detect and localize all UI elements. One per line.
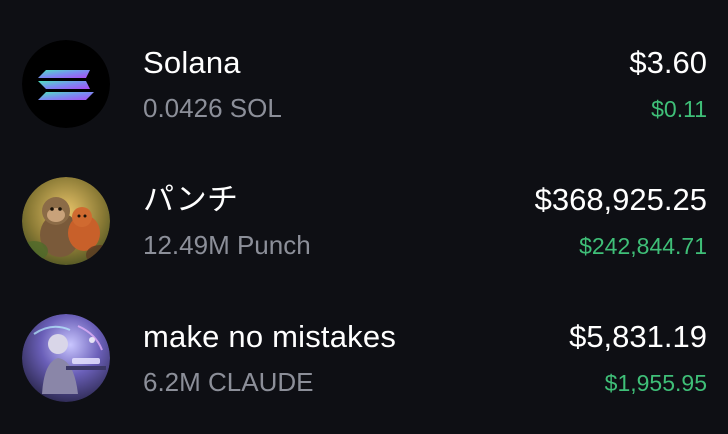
token-name: パンチ — [143, 182, 239, 217]
token-row-solana[interactable]: Solana 0.0426 SOL $3.60 $0.11 — [0, 23, 728, 143]
token-value: $368,925.25 — [534, 182, 707, 217]
token-row-claude[interactable]: make no mistakes 6.2M CLAUDE $5,831.19 $… — [0, 297, 728, 417]
token-change: $1,955.95 — [604, 370, 707, 396]
token-change: $242,844.71 — [579, 233, 707, 259]
token-amount: 0.0426 SOL — [143, 93, 282, 123]
monkey-token-avatar — [22, 177, 110, 265]
token-name: Solana — [143, 45, 241, 80]
token-row-punch[interactable]: パンチ 12.49M Punch $368,925.25 $242,844.71 — [0, 160, 728, 280]
token-value: $3.60 — [629, 45, 707, 80]
token-amount: 6.2M CLAUDE — [143, 367, 314, 397]
token-amount: 12.49M Punch — [143, 230, 311, 260]
solana-logo-icon — [22, 40, 110, 128]
claude-token-avatar — [22, 314, 110, 402]
token-value: $5,831.19 — [569, 319, 707, 354]
token-name: make no mistakes — [143, 319, 397, 354]
token-change: $0.11 — [651, 96, 707, 122]
